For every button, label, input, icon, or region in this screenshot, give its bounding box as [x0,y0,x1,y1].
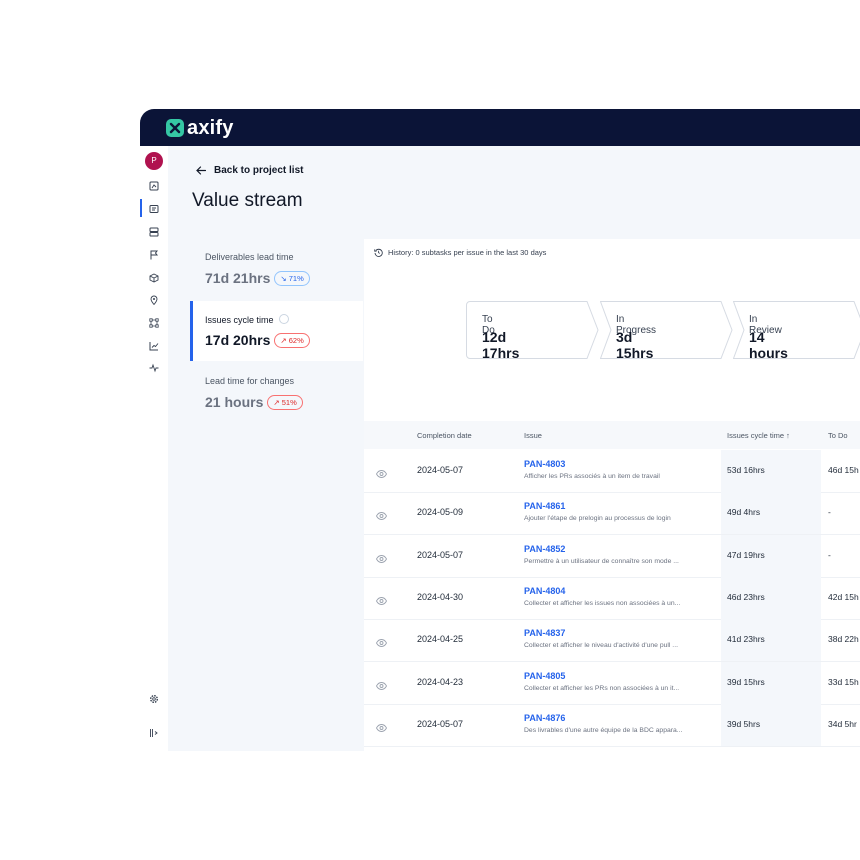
top-bar: axify [140,109,860,146]
metric-lead-time-for-changes[interactable]: Lead time for changes 21 hours ↗ 51% [190,363,363,423]
eye-icon[interactable] [375,550,388,568]
stage-value: 14 hours [749,329,788,361]
to-do-time: 33d 15h [828,676,859,687]
location-icon[interactable] [149,295,159,305]
history-icon [374,248,383,257]
col-to-do[interactable]: To Do [828,431,848,440]
info-icon[interactable] [278,314,289,324]
issue-description: Permettre à un utilisateur de connaître … [524,557,679,565]
completion-date: 2024-05-07 [417,465,464,475]
completion-date: 2024-04-30 [417,591,464,602]
table-row[interactable]: 2024-05-07 PAN-4876 Des livrables d'une au… [364,703,860,747]
flag-icon[interactable] [149,250,159,260]
eye-icon[interactable] [375,677,388,695]
eye-icon[interactable] [375,507,388,525]
metric-value: 17d 20hrs ↗ 62% [205,332,310,348]
issue-link[interactable]: PAN-4861 [524,501,565,511]
app-window: axify P Back to project list Value strea… [140,109,860,751]
cycle-time: 49d 4hrs [727,507,761,518]
issue-link[interactable]: PAN-4852 [524,544,565,554]
metric-issues-cycle-time[interactable]: Issues cycle time 17d 20hrs ↗ 62% [190,301,363,361]
metric-label: Lead time for changes [205,376,295,386]
nav-active-indicator [140,199,142,217]
table-row[interactable]: 2024-05-07 PAN-4852 Permettre à un utilisa… [364,534,860,578]
cycle-time: 41d 23hrs [727,634,765,645]
metrics-list: Deliverables lead time 71d 21hrs ↘ 71% Is… [190,239,363,423]
cube-icon[interactable] [149,273,159,283]
completion-date: 2024-05-07 [417,718,464,729]
to-do-time: - [828,507,831,518]
eye-icon[interactable] [375,465,388,483]
table-row[interactable]: 2024-05-07 PAN-4803 Afficher les PRs assoc… [364,450,860,493]
stage-value: 12d 17hrs [482,329,520,361]
back-to-project-list-link[interactable]: Back to project list [196,165,303,176]
eye-icon[interactable] [375,719,388,737]
logo-mark-icon [166,119,184,137]
table-header: Completion date Issue Issues cycle time … [364,421,860,449]
completion-date: 2024-04-23 [417,676,464,687]
pulse-icon[interactable] [149,363,159,373]
issue-link[interactable]: PAN-4803 [524,459,565,469]
issue-link[interactable]: PAN-4805 [524,671,565,681]
issue-description: Collecter et afficher les PRs non associ… [524,684,680,692]
issue-description: Des livrables d'une autre équipe de la B… [524,726,683,734]
dashboard-icon[interactable] [149,181,159,191]
chart-icon[interactable] [149,341,159,351]
trend-badge: ↘ 71% [274,271,310,286]
table-row[interactable]: 2024-04-23 PAN-4805 Collecter et afficher … [364,661,860,705]
issue-link[interactable]: PAN-4804 [524,586,565,596]
metric-deliverables-lead-time[interactable]: Deliverables lead time 71d 21hrs ↘ 71% [190,239,363,299]
issue-description: Ajouter l'étape de prelogin au processus… [524,515,671,523]
stage-value: 3d 15hrs [616,329,654,361]
col-issues-cycle-time[interactable]: Issues cycle time ↑ [727,431,790,440]
issue-description: Collecter et afficher les issues non ass… [524,599,681,607]
collapse-icon[interactable] [149,728,159,738]
page-title: Value stream [192,190,303,211]
back-label: Back to project list [214,165,304,176]
value-stream-icon[interactable] [149,204,159,214]
sidebar: P [140,146,168,751]
completion-date: 2024-05-07 [417,549,464,560]
cycle-time: 39d 15hrs [727,676,765,687]
history-note: History: 0 subtasks per issue in the las… [374,248,546,257]
eye-icon[interactable] [375,634,388,652]
cycle-time: 39d 5hrs [727,718,761,729]
to-do-time: 42d 15h [828,591,859,602]
completion-date: 2024-04-25 [417,634,464,645]
workflow-icon[interactable] [149,318,159,328]
issue-link[interactable]: PAN-4837 [524,628,565,638]
completion-date: 2024-05-09 [417,507,464,518]
cycle-time: 46d 23hrs [727,591,765,602]
axify-logo[interactable]: axify [166,117,234,139]
col-issue[interactable]: Issue [524,431,542,440]
arrow-left-icon [196,166,206,175]
layers-icon[interactable] [149,227,159,237]
cycle-time: 47d 19hrs [727,549,765,560]
to-do-time: 46d 15h [828,465,859,475]
col-completion-date[interactable]: Completion date [417,431,472,440]
settings-icon[interactable] [149,694,159,704]
issue-description: Collecter et afficher le niveau d'activi… [524,642,678,650]
trend-badge: ↗ 62% [274,333,310,348]
to-do-time: 38d 22h [828,634,859,645]
table-row[interactable]: 2024-04-30 PAN-4804 Collecter et afficher … [364,576,860,620]
avatar[interactable]: P [145,152,163,170]
eye-icon[interactable] [375,592,388,610]
cycle-time: 53d 16hrs [727,465,765,475]
metric-label: Issues cycle time [205,314,289,325]
logo-text: axify [187,116,234,139]
metric-value: 71d 21hrs ↘ 71% [205,270,310,286]
issue-description: Afficher les PRs associés à un item de t… [524,473,660,480]
to-do-time: 34d 5hr [828,718,857,729]
trend-badge: ↗ 51% [267,395,303,410]
table-row[interactable]: 2024-04-25 PAN-4837 Collecter et afficher … [364,619,860,663]
metric-label: Deliverables lead time [205,252,294,262]
issue-link[interactable]: PAN-4876 [524,713,565,723]
metric-value: 21 hours ↗ 51% [205,394,303,410]
value-stream-panel: History: 0 subtasks per issue in the las… [364,239,860,751]
table-row[interactable]: 2024-05-09 PAN-4861 Ajouter l'étape de pre… [364,492,860,536]
to-do-time: - [828,549,831,560]
